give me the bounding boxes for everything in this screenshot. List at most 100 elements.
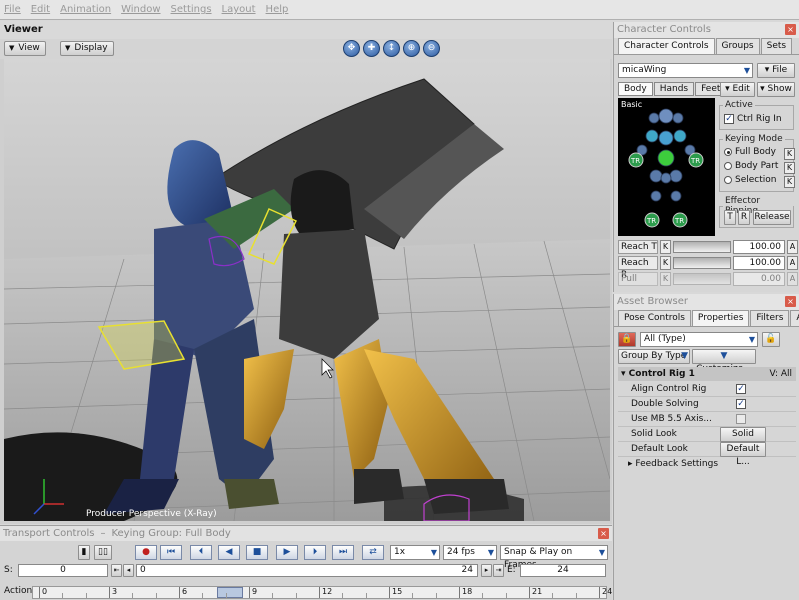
viewer-toolbar: ▼ View ▼ Display ✥ ✚ ↕ ⊕ ⊖ [0, 39, 612, 59]
pin-rotation-button[interactable]: R [738, 210, 750, 225]
menu-help[interactable]: Help [266, 4, 289, 15]
dropdown-arrow-icon: ▼ [487, 548, 494, 557]
go-to-end-button[interactable]: ⏭ [332, 545, 354, 560]
feedback-settings-row[interactable]: ▸ Feedback Settings [618, 457, 796, 472]
dropdown-arrow-icon: ▼ [748, 335, 755, 344]
timeline-mode-icon[interactable]: ▮ [78, 545, 90, 560]
stop-button[interactable]: ■ [246, 545, 268, 560]
dual-timeline-icon[interactable]: ▯▯ [94, 545, 112, 560]
release-button[interactable]: Release [753, 210, 791, 225]
pull-value[interactable]: 0.00 [733, 272, 785, 286]
close-icon[interactable]: × [785, 296, 796, 307]
view-menu-button[interactable]: ▼ View [4, 41, 46, 56]
keying-mode-full-body[interactable]: Full Body [724, 147, 776, 157]
dropdown-arrow-icon: ▼ [681, 351, 688, 361]
tab-filters[interactable]: Filters [750, 310, 790, 326]
snap-mode-select[interactable]: Snap & Play on Frames▼ [500, 545, 608, 570]
tab-sets[interactable]: Sets [760, 38, 793, 54]
file-menu-button[interactable]: ▾ File [757, 63, 795, 78]
pull-key-button[interactable]: K [660, 272, 671, 286]
menu-settings[interactable]: Settings [171, 4, 212, 15]
close-icon[interactable]: × [785, 24, 796, 35]
playback-speed-select[interactable]: 1x ▼ [390, 545, 440, 560]
default-look-button[interactable]: Default L... [720, 442, 766, 467]
keying-mode-selection[interactable]: Selection [724, 175, 776, 185]
checkmark-icon: ✓ [724, 114, 734, 124]
next-key-button[interactable]: ⏵ [304, 545, 326, 560]
move-camera-icon[interactable]: ✥ [343, 40, 360, 57]
start-step-icon[interactable]: ◂ [123, 564, 134, 577]
record-button[interactable]: ● [135, 545, 157, 560]
start-decrement-icon[interactable]: ⇤ [111, 564, 122, 577]
keying-mode-body-part[interactable]: Body Part [724, 161, 778, 171]
active-group-title: Active [725, 100, 753, 110]
end-frame-field[interactable]: 24 [520, 564, 606, 577]
key-selection-button[interactable]: K [784, 176, 795, 188]
customize-button[interactable]: ▼ Customize... [692, 349, 756, 374]
play-forward-button[interactable]: ▶ [276, 545, 298, 560]
checkmark-icon: ✓ [736, 384, 746, 394]
dropdown-arrow-icon: ▼ [430, 548, 437, 557]
reach-r-key-button[interactable]: K [660, 256, 671, 270]
current-range-field[interactable]: 0 24 [136, 564, 478, 577]
reach-r-auto-button[interactable]: A [787, 256, 798, 270]
type-filter-select[interactable]: All (Type) ▼ [640, 332, 758, 347]
caret-down-icon: ▼ [65, 44, 71, 52]
active-group: Active ✓ Ctrl Rig In [719, 100, 794, 130]
reach-t-auto-button[interactable]: A [787, 240, 798, 254]
caret-down-icon: ▼ [720, 351, 728, 361]
tab-assets[interactable]: Asse [790, 310, 799, 326]
zoom-camera-icon[interactable]: ⊕ [403, 40, 420, 57]
key-body-part-button[interactable]: K [784, 162, 795, 174]
tab-properties[interactable]: Properties [691, 310, 750, 326]
reach-r-row: Reach R K 100.00 A [618, 256, 798, 280]
reach-t-value[interactable]: 100.00 [733, 240, 785, 254]
ctrl-rig-in-checkbox[interactable]: ✓ Ctrl Rig In [724, 114, 782, 124]
menu-edit[interactable]: Edit [31, 4, 50, 15]
go-to-start-button[interactable]: ⏮ [160, 545, 182, 560]
loop-toggle-icon[interactable]: ⇄ [362, 545, 384, 560]
close-icon[interactable]: × [598, 528, 609, 539]
pin-translation-button[interactable]: T [724, 210, 736, 225]
timeline-playhead[interactable] [217, 587, 243, 598]
tab-pose-controls[interactable]: Pose Controls [618, 310, 691, 326]
end-increment-icon[interactable]: ⇥ [493, 564, 504, 577]
tab-body[interactable]: Body [618, 82, 653, 96]
menu-window[interactable]: Window [121, 4, 160, 15]
3d-viewport[interactable]: Producer Perspective (X-Ray) [4, 59, 610, 521]
play-backward-button[interactable]: ◀ [218, 545, 240, 560]
previous-key-button[interactable]: ⏴ [190, 545, 212, 560]
dolly-camera-icon[interactable]: ↕ [383, 40, 400, 57]
menu-file[interactable]: File [4, 4, 21, 15]
reach-t-slider[interactable] [673, 241, 731, 253]
lock-icon[interactable]: 🔒 [618, 332, 636, 347]
character-controls-panel: Character Controls × Character Controls G… [613, 22, 799, 292]
tab-hands[interactable]: Hands [653, 82, 695, 96]
show-menu-button[interactable]: ▾ Show [757, 82, 795, 97]
edit-menu-button[interactable]: ▾ Edit [720, 82, 755, 97]
end-step-icon[interactable]: ▸ [481, 564, 492, 577]
padlock-icon[interactable]: 🔓 [762, 332, 780, 347]
reach-t-key-button[interactable]: K [660, 240, 671, 254]
frame-rate-select[interactable]: 24 fps ▼ [443, 545, 497, 560]
solid-look-button[interactable]: Solid Look [720, 427, 766, 452]
key-full-body-button[interactable]: K [784, 148, 795, 160]
tr-right-foot-label: TR [674, 217, 684, 225]
tab-character-controls[interactable]: Character Controls [618, 38, 715, 54]
character-select[interactable]: micaWing ▼ [618, 63, 753, 78]
menu-layout[interactable]: Layout [222, 4, 256, 15]
menu-animation[interactable]: Animation [60, 4, 111, 15]
pull-auto-button[interactable]: A [787, 272, 798, 286]
tab-groups[interactable]: Groups [715, 38, 760, 54]
display-menu-button[interactable]: ▼ Display [60, 41, 114, 56]
reach-r-slider[interactable] [673, 257, 731, 269]
reach-r-value[interactable]: 100.00 [733, 256, 785, 270]
group-by-select[interactable]: Group By Type ▼ [618, 349, 690, 364]
zoom-region-icon[interactable]: ⊖ [423, 40, 440, 57]
control-rig-group-header[interactable]: ▾ Control Rig 1 V: All [618, 367, 796, 381]
pan-camera-icon[interactable]: ✚ [363, 40, 380, 57]
start-frame-field[interactable]: 0 [18, 564, 108, 577]
timeline-ruler[interactable]: 0 3 6 9 12 15 18 21 24 [32, 586, 612, 599]
character-figure-view[interactable]: Basic TR TR TR TR [618, 98, 715, 236]
pull-slider[interactable] [673, 273, 731, 285]
